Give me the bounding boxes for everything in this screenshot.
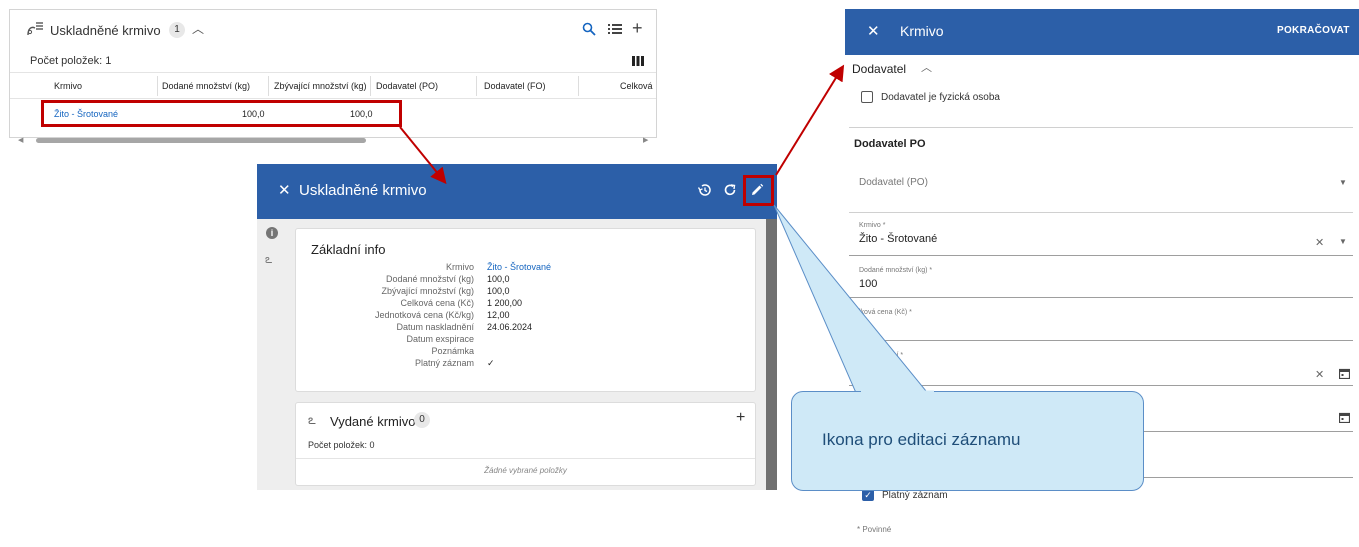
edit-header-bar: ✕ Krmivo POKRAČOVAT bbox=[845, 9, 1359, 55]
plus-icon[interactable]: + bbox=[632, 18, 643, 39]
add-issued-plus-icon[interactable]: + bbox=[736, 409, 745, 427]
vertical-scrollbar[interactable] bbox=[766, 219, 777, 490]
history-icon[interactable] bbox=[697, 183, 711, 197]
calendar-icon[interactable] bbox=[1339, 368, 1350, 379]
field-value-unit-price: 12,00 bbox=[487, 310, 510, 320]
column-separator bbox=[370, 76, 371, 96]
divider bbox=[849, 127, 1353, 128]
column-header-total[interactable]: Celková bbox=[620, 81, 653, 91]
scroll-right-icon[interactable]: ▶ bbox=[643, 136, 648, 144]
field-value-valid: ✓ bbox=[487, 358, 495, 368]
column-separator bbox=[578, 76, 579, 96]
stock-date-field-label: ndnění * bbox=[877, 352, 904, 359]
field-label-unit-price: Jednotková cena (Kč/kg) bbox=[374, 310, 474, 320]
info-icon[interactable]: i bbox=[266, 227, 278, 239]
field-label-expiry-date: Datum exspirace bbox=[406, 334, 474, 344]
field-value-stock-date: 24.06.2024 bbox=[487, 322, 533, 332]
column-separator bbox=[157, 76, 158, 96]
column-header-supplier-po[interactable]: Dodavatel (PO) bbox=[376, 81, 438, 91]
valid-record-label: Platný záznam bbox=[882, 490, 948, 501]
field-underline bbox=[849, 255, 1353, 256]
field-label-valid: Platný záznam bbox=[414, 358, 474, 368]
column-header-remaining[interactable]: Zbývající množství (kg) bbox=[274, 81, 367, 91]
field-value-total-price: 1 200,00 bbox=[487, 298, 523, 308]
supplier-po-section-title: Dodavatel PO bbox=[854, 138, 926, 150]
clear-icon[interactable]: ✕ bbox=[1315, 368, 1324, 381]
divider bbox=[849, 212, 1353, 213]
scroll-left-icon[interactable]: ◀ bbox=[18, 136, 23, 144]
continue-button[interactable]: POKRAČOVAT bbox=[1277, 25, 1350, 36]
empty-state-text: Žádné vybrané položky bbox=[484, 466, 567, 475]
column-separator bbox=[476, 76, 477, 96]
list-header: Uskladněné krmivo 1 ︿ + bbox=[10, 10, 656, 48]
field-label-feed: Krmivo bbox=[445, 262, 474, 272]
divider bbox=[296, 458, 755, 459]
field-label-remaining: Zbývající množství (kg) bbox=[381, 286, 474, 296]
callout-text: Ikona pro editaci záznamu bbox=[822, 430, 1021, 449]
column-header-delivered[interactable]: Dodané množství (kg) bbox=[162, 81, 250, 91]
edit-title: Krmivo bbox=[900, 23, 944, 39]
list-title: Uskladněné krmivo bbox=[50, 23, 161, 38]
required-note: * Povinné bbox=[857, 525, 892, 534]
edit-icon-highlight-box bbox=[743, 175, 774, 206]
issued-feed-card: ఽ Vydané krmivo 0 + Počet položek: 0 Žád… bbox=[295, 402, 756, 486]
issued-count-text: Počet položek: 0 bbox=[308, 440, 375, 450]
feed-field-label: Krmivo * bbox=[859, 222, 886, 229]
feed-icon[interactable]: ఽ bbox=[265, 252, 272, 269]
refresh-icon[interactable] bbox=[723, 183, 737, 197]
arrow-edit-to-panel bbox=[775, 64, 845, 176]
divider bbox=[10, 98, 656, 99]
collapse-chevron-icon[interactable]: ︿ bbox=[921, 59, 932, 75]
column-header-feed[interactable]: Krmivo bbox=[54, 81, 82, 91]
column-header-supplier-fo[interactable]: Dodavatel (FO) bbox=[484, 81, 546, 91]
physical-person-checkbox[interactable] bbox=[861, 91, 873, 103]
price-field-value[interactable]: 0 bbox=[859, 320, 865, 332]
field-underline bbox=[849, 385, 1353, 386]
field-value-delivered: 100,0 bbox=[487, 274, 510, 284]
list-icon[interactable] bbox=[608, 23, 622, 35]
search-icon[interactable] bbox=[582, 22, 596, 36]
dropdown-arrow-icon[interactable]: ▼ bbox=[1339, 237, 1347, 246]
physical-person-label: Dodavatel je fyzická osoba bbox=[881, 92, 1000, 103]
field-label-delivered: Dodané množství (kg) bbox=[385, 274, 474, 284]
edit-icon-callout: Ikona pro editaci záznamu bbox=[791, 391, 1144, 491]
detail-header-bar: ✕ Uskladněné krmivo bbox=[257, 164, 777, 219]
delivered-field-value[interactable]: 100 bbox=[859, 278, 877, 290]
price-field-label: lková cena (Kč) * bbox=[859, 309, 912, 316]
stored-feed-detail-dialog: ✕ Uskladněné krmivo i ఽ Základní info Kr… bbox=[257, 164, 777, 490]
close-icon[interactable]: ✕ bbox=[867, 22, 880, 40]
supplier-po-field[interactable]: Dodavatel (PO) bbox=[859, 177, 928, 188]
row-highlight-box bbox=[41, 100, 402, 127]
basic-info-card: Základní info Krmivo Žito - Šrotované Do… bbox=[295, 228, 756, 392]
issued-count-badge: 0 bbox=[414, 412, 430, 428]
field-label-note: Poznámka bbox=[431, 346, 474, 356]
feed-list-icon bbox=[27, 22, 43, 36]
basic-info-title: Základní info bbox=[311, 242, 386, 257]
delivered-field-label: Dodané množství (kg) * bbox=[859, 267, 933, 274]
close-icon[interactable]: ✕ bbox=[278, 181, 291, 199]
field-label-stock-date: Datum naskladnění bbox=[396, 322, 474, 332]
detail-title: Uskladněné krmivo bbox=[299, 182, 427, 199]
list-count-badge: 1 bbox=[169, 22, 185, 38]
horizontal-scrollbar[interactable]: ◀ ▶ bbox=[18, 136, 650, 144]
feed-issue-icon: ఽ bbox=[308, 412, 316, 427]
feed-field-value[interactable]: Žito - Šrotované bbox=[859, 233, 937, 245]
list-count-text: Počet položek: 1 bbox=[30, 55, 112, 67]
collapse-chevron-icon[interactable]: ︿ bbox=[192, 20, 204, 37]
field-underline bbox=[849, 340, 1353, 341]
dropdown-arrow-icon[interactable]: ▼ bbox=[1339, 178, 1347, 187]
calendar-icon[interactable] bbox=[1339, 412, 1350, 423]
columns-icon[interactable] bbox=[632, 56, 644, 66]
field-value-feed[interactable]: Žito - Šrotované bbox=[487, 262, 551, 272]
clear-icon[interactable]: ✕ bbox=[1315, 236, 1324, 249]
scrollbar-thumb[interactable] bbox=[36, 138, 366, 143]
column-separator bbox=[268, 76, 269, 96]
issued-feed-title: Vydané krmivo bbox=[330, 414, 416, 429]
field-value-remaining: 100,0 bbox=[487, 286, 510, 296]
field-underline bbox=[849, 297, 1353, 298]
supplier-section-title: Dodavatel bbox=[852, 62, 907, 76]
divider bbox=[10, 72, 656, 73]
field-label-total-price: Celková cena (Kč) bbox=[400, 298, 474, 308]
